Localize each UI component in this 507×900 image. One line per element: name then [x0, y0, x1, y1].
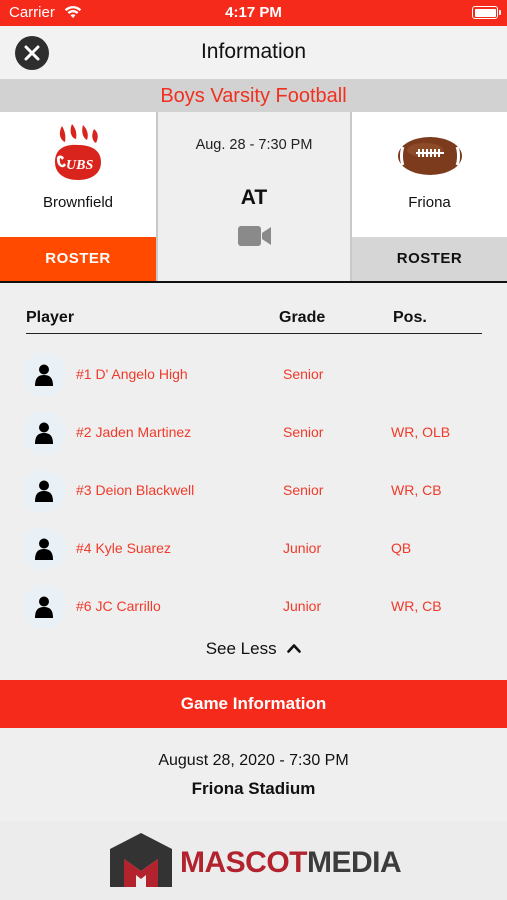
matchup-panel: UBS Brownfield ROSTER Aug. 28 - 7:30 PM …	[0, 112, 507, 283]
person-icon	[35, 422, 53, 444]
column-header-player: Player	[26, 309, 75, 326]
home-team: UBS Brownfield ROSTER	[0, 112, 156, 281]
player-row[interactable]: #2 Jaden Martinez Senior WR, OLB	[0, 409, 507, 457]
brand-wordmark: MASCOTMEDIA	[180, 846, 402, 880]
player-grade: Senior	[283, 366, 324, 382]
table-header: Player Grade Pos.	[26, 309, 482, 334]
video-camera-icon[interactable]	[238, 224, 272, 248]
game-info-date: August 28, 2020 - 7:30 PM	[158, 752, 349, 769]
avatar	[22, 585, 66, 629]
game-info-header: Game Information	[0, 680, 507, 728]
away-team: Friona ROSTER	[352, 112, 507, 281]
avatar	[22, 527, 66, 571]
avatar	[22, 469, 66, 513]
player-pos: WR, OLB	[391, 424, 451, 440]
player-grade: Senior	[283, 424, 324, 440]
footer: MASCOTMEDIA	[0, 821, 507, 900]
football-logo	[398, 137, 462, 175]
home-team-name: Brownfield	[42, 194, 114, 211]
brand-mascot: MASCOT	[180, 846, 308, 879]
status-time: 4:17 PM	[225, 4, 282, 21]
player-grade: Junior	[283, 598, 322, 614]
game-info-body: August 28, 2020 - 7:30 PM Friona Stadium	[0, 728, 507, 821]
player-pos: WR, CB	[391, 598, 442, 614]
player-row[interactable]: #6 JC Carrillo Junior WR, CB	[0, 583, 507, 631]
player-pos: QB	[391, 540, 412, 556]
person-icon	[35, 538, 53, 560]
player-name: #2 Jaden Martinez	[76, 424, 192, 440]
sport-title: Boys Varsity Football	[0, 79, 507, 112]
column-header-pos: Pos.	[393, 309, 427, 326]
column-header-grade: Grade	[279, 309, 326, 326]
player-grade: Senior	[283, 482, 324, 498]
see-less-button[interactable]: See Less	[0, 639, 507, 659]
cubs-paw-logo: UBS	[55, 124, 101, 180]
avatar	[22, 411, 66, 455]
battery-icon	[472, 6, 501, 19]
vs-label: AT	[240, 186, 268, 209]
player-row[interactable]: #3 Deion Blackwell Senior WR, CB	[0, 467, 507, 515]
roster-table: Player Grade Pos. #1 D' Angelo High Seni…	[0, 283, 507, 680]
nav-bar: Information	[0, 26, 507, 79]
player-name: #4 Kyle Suarez	[76, 540, 171, 556]
svg-text:UBS: UBS	[66, 158, 93, 173]
player-pos: WR, CB	[391, 482, 442, 498]
see-less-label: See Less	[205, 639, 277, 658]
avatar	[22, 353, 66, 397]
mascotmedia-logo-icon	[110, 833, 172, 887]
away-team-name: Friona	[408, 194, 451, 211]
game-info-venue: Friona Stadium	[191, 779, 316, 798]
player-grade: Junior	[283, 540, 322, 556]
game-summary: Aug. 28 - 7:30 PM AT	[156, 112, 352, 281]
chevron-up-icon	[287, 644, 302, 653]
status-bar: Carrier 4:17 PM	[0, 0, 507, 26]
player-name: #1 D' Angelo High	[76, 366, 188, 382]
player-name: #6 JC Carrillo	[76, 598, 161, 614]
person-icon	[35, 480, 53, 502]
home-roster-button[interactable]: ROSTER	[0, 237, 156, 281]
page-title: Information	[200, 40, 307, 63]
game-datetime: Aug. 28 - 7:30 PM	[195, 137, 313, 153]
player-row[interactable]: #1 D' Angelo High Senior	[0, 351, 507, 399]
player-row[interactable]: #4 Kyle Suarez Junior QB	[0, 525, 507, 573]
player-name: #3 Deion Blackwell	[76, 482, 195, 498]
person-icon	[35, 596, 53, 618]
brand-media: MEDIA	[307, 846, 402, 879]
person-icon	[35, 364, 53, 386]
away-roster-button[interactable]: ROSTER	[352, 237, 507, 281]
